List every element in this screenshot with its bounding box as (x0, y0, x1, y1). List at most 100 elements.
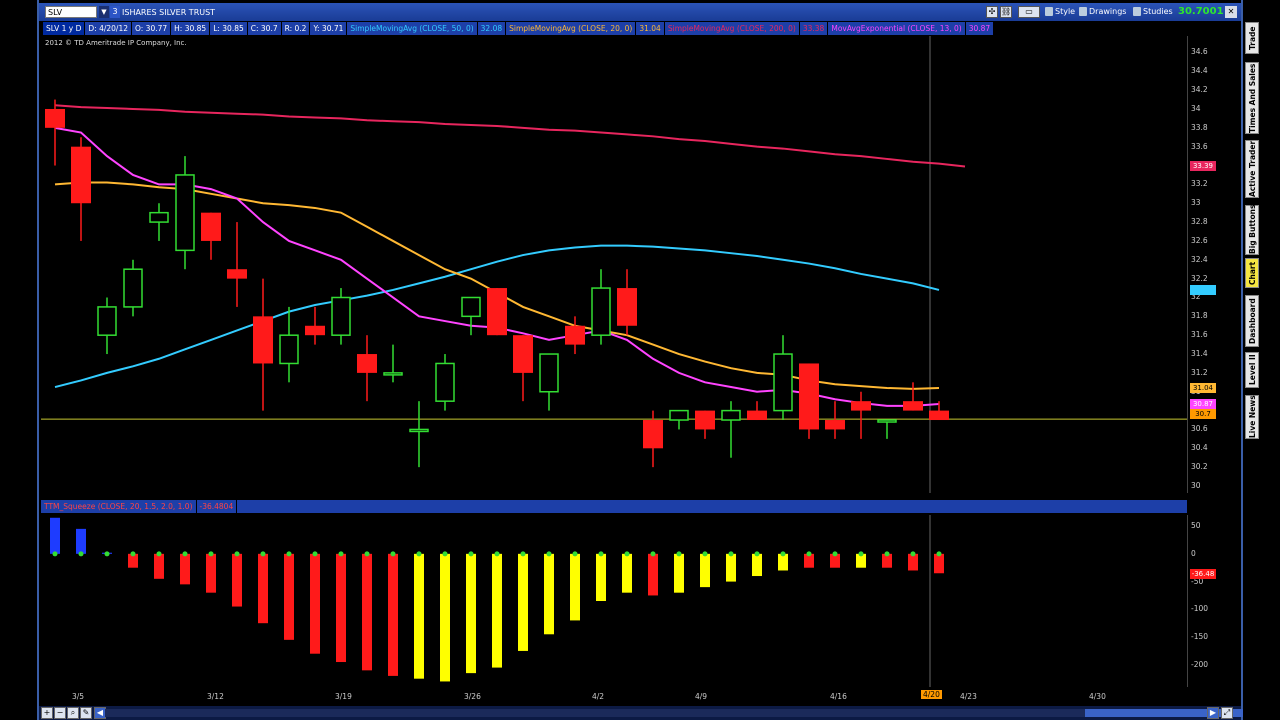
price-tick-label: 34.4 (1191, 66, 1208, 76)
price-tick-label: 34.2 (1191, 85, 1208, 95)
side-tab-trade[interactable]: Trade (1245, 22, 1259, 54)
candle[interactable] (305, 306, 325, 345)
zoom-out-icon[interactable]: − (54, 707, 66, 719)
candle[interactable] (513, 335, 533, 402)
study-sma20-label[interactable]: SimpleMovingAvg (CLOSE, 20, 0) (506, 22, 637, 35)
study-sma50-value: 32.08 (477, 22, 507, 35)
ema13-price-tag: 30.87 (1190, 398, 1216, 409)
studies-button[interactable]: Studies (1133, 6, 1173, 18)
squeeze-bar (804, 551, 814, 568)
date-tick-label: 3/19 (335, 692, 352, 701)
candle[interactable] (279, 306, 299, 383)
side-tab-live-news[interactable]: Live News (1245, 395, 1259, 439)
oscillator-axis: 50 0 -50 -100 -150 -200 -36.48 (1187, 515, 1227, 687)
timeframe-label[interactable]: SLV 1 y D (43, 22, 86, 35)
date-tick-label: 4/23 (960, 692, 977, 701)
close-icon[interactable]: ✕ (1225, 6, 1237, 18)
price-tick-label: 33 (1191, 198, 1201, 208)
candle[interactable] (45, 99, 65, 166)
drawings-button[interactable]: Drawings (1079, 6, 1126, 18)
price-tick-label: 30 (1191, 481, 1201, 490)
study-ema13-value: 30.87 (965, 22, 995, 35)
study-sma50-label[interactable]: SimpleMovingAvg (CLOSE, 50, 0) (347, 22, 478, 35)
candle[interactable] (487, 288, 507, 336)
squeeze-bar (102, 551, 112, 557)
squeeze-bar (440, 551, 450, 682)
zoom-in-icon[interactable]: + (41, 707, 53, 719)
expand-icon[interactable]: ⤢ (1221, 707, 1233, 719)
pencil-icon[interactable]: ✎ (80, 707, 92, 719)
side-tab-chart[interactable]: Chart (1245, 258, 1259, 288)
zoom-fit-icon[interactable]: ⌕ (67, 707, 79, 719)
price-tick-label: 32.4 (1191, 254, 1208, 264)
candle[interactable] (383, 344, 403, 383)
symbol-dropdown-icon[interactable]: ▼ (99, 6, 109, 18)
date-tick-label: 4/9 (695, 692, 708, 701)
candle[interactable] (175, 156, 195, 270)
date-readout: D: 4/20/12 (85, 22, 132, 35)
candle[interactable] (591, 269, 611, 345)
candle[interactable] (903, 382, 923, 411)
squeeze-info-bar: TTM_Squeeze (CLOSE, 20, 1.5, 2.0, 1.0) -… (41, 500, 1187, 513)
candle[interactable] (617, 269, 637, 336)
candle[interactable] (97, 297, 117, 355)
squeeze-label[interactable]: TTM_Squeeze (CLOSE, 20, 1.5, 2.0, 1.0) (41, 500, 197, 513)
candle[interactable] (799, 363, 819, 439)
high-readout: H: 30.85 (171, 22, 211, 35)
candle[interactable] (461, 296, 481, 336)
sma50-price-tag: 32.08 (1190, 284, 1216, 295)
study-ema13-label[interactable]: MovAvgExponential (CLOSE, 13, 0) (828, 22, 966, 35)
squeeze-bar (908, 551, 918, 571)
candle[interactable] (721, 401, 741, 458)
date-tick-label: 4/2 (592, 692, 605, 701)
y-readout: Y: 30.71 (310, 22, 348, 35)
studies-label: Studies (1143, 7, 1173, 16)
candle[interactable] (747, 401, 767, 421)
price-chart[interactable] (41, 36, 1187, 493)
side-tab-dashboard[interactable]: Dashboard (1245, 295, 1259, 347)
squeeze-bar (206, 551, 216, 593)
candle[interactable] (331, 288, 351, 345)
candle[interactable] (539, 353, 559, 411)
squeeze-chart[interactable] (41, 515, 1187, 687)
price-tick-label: 33.2 (1191, 179, 1208, 189)
candle[interactable] (409, 401, 429, 468)
candle[interactable] (253, 278, 273, 411)
candle[interactable] (227, 222, 247, 307)
candle[interactable] (877, 419, 897, 439)
squeeze-value-tag: -36.48 (1190, 569, 1216, 580)
candle[interactable] (825, 401, 845, 439)
price-tick-label: 32.6 (1191, 235, 1208, 245)
candle[interactable] (851, 391, 871, 439)
horizontal-scrollbar[interactable] (105, 709, 1255, 717)
candle[interactable] (149, 203, 169, 241)
squeeze-bar (596, 551, 606, 601)
copyright-text: 2012 © TD Ameritrade IP Company, Inc. (45, 39, 187, 47)
squeeze-bar (674, 551, 684, 593)
side-tab-times-and-sales[interactable]: Times And Sales (1245, 62, 1259, 134)
studies-icon (1133, 7, 1141, 16)
cursor-date-tag: 4/20 (921, 690, 942, 699)
candle[interactable] (201, 212, 221, 260)
scroll-right-icon[interactable]: ▶ (1207, 707, 1219, 719)
candle[interactable] (435, 354, 455, 411)
symbol-description: ISHARES SILVER TRUST (122, 8, 216, 17)
squeeze-bar (466, 551, 476, 674)
candle[interactable] (669, 409, 689, 430)
style-button[interactable]: Style (1045, 6, 1075, 18)
side-tab-level-ii[interactable]: Level II (1245, 352, 1259, 388)
symbol-input[interactable]: SLV (45, 6, 97, 18)
candle[interactable] (357, 335, 377, 402)
link-icon[interactable]: ⛓ (1000, 6, 1012, 18)
candle[interactable] (123, 259, 143, 317)
candle[interactable] (773, 335, 793, 421)
side-tab-big-buttons[interactable]: Big Buttons (1245, 205, 1259, 255)
side-tab-active-trader[interactable]: Active Trader (1245, 140, 1259, 198)
candle[interactable] (695, 410, 715, 439)
candle[interactable] (565, 316, 585, 355)
crosshair-icon[interactable]: ✣ (986, 6, 998, 18)
grid-layout-icon[interactable]: ▭ (1018, 6, 1040, 18)
sma200-line (54, 104, 966, 168)
candle[interactable] (71, 137, 91, 241)
study-sma200-label[interactable]: SimpleMovingAvg (CLOSE, 200, 0) (664, 22, 800, 35)
